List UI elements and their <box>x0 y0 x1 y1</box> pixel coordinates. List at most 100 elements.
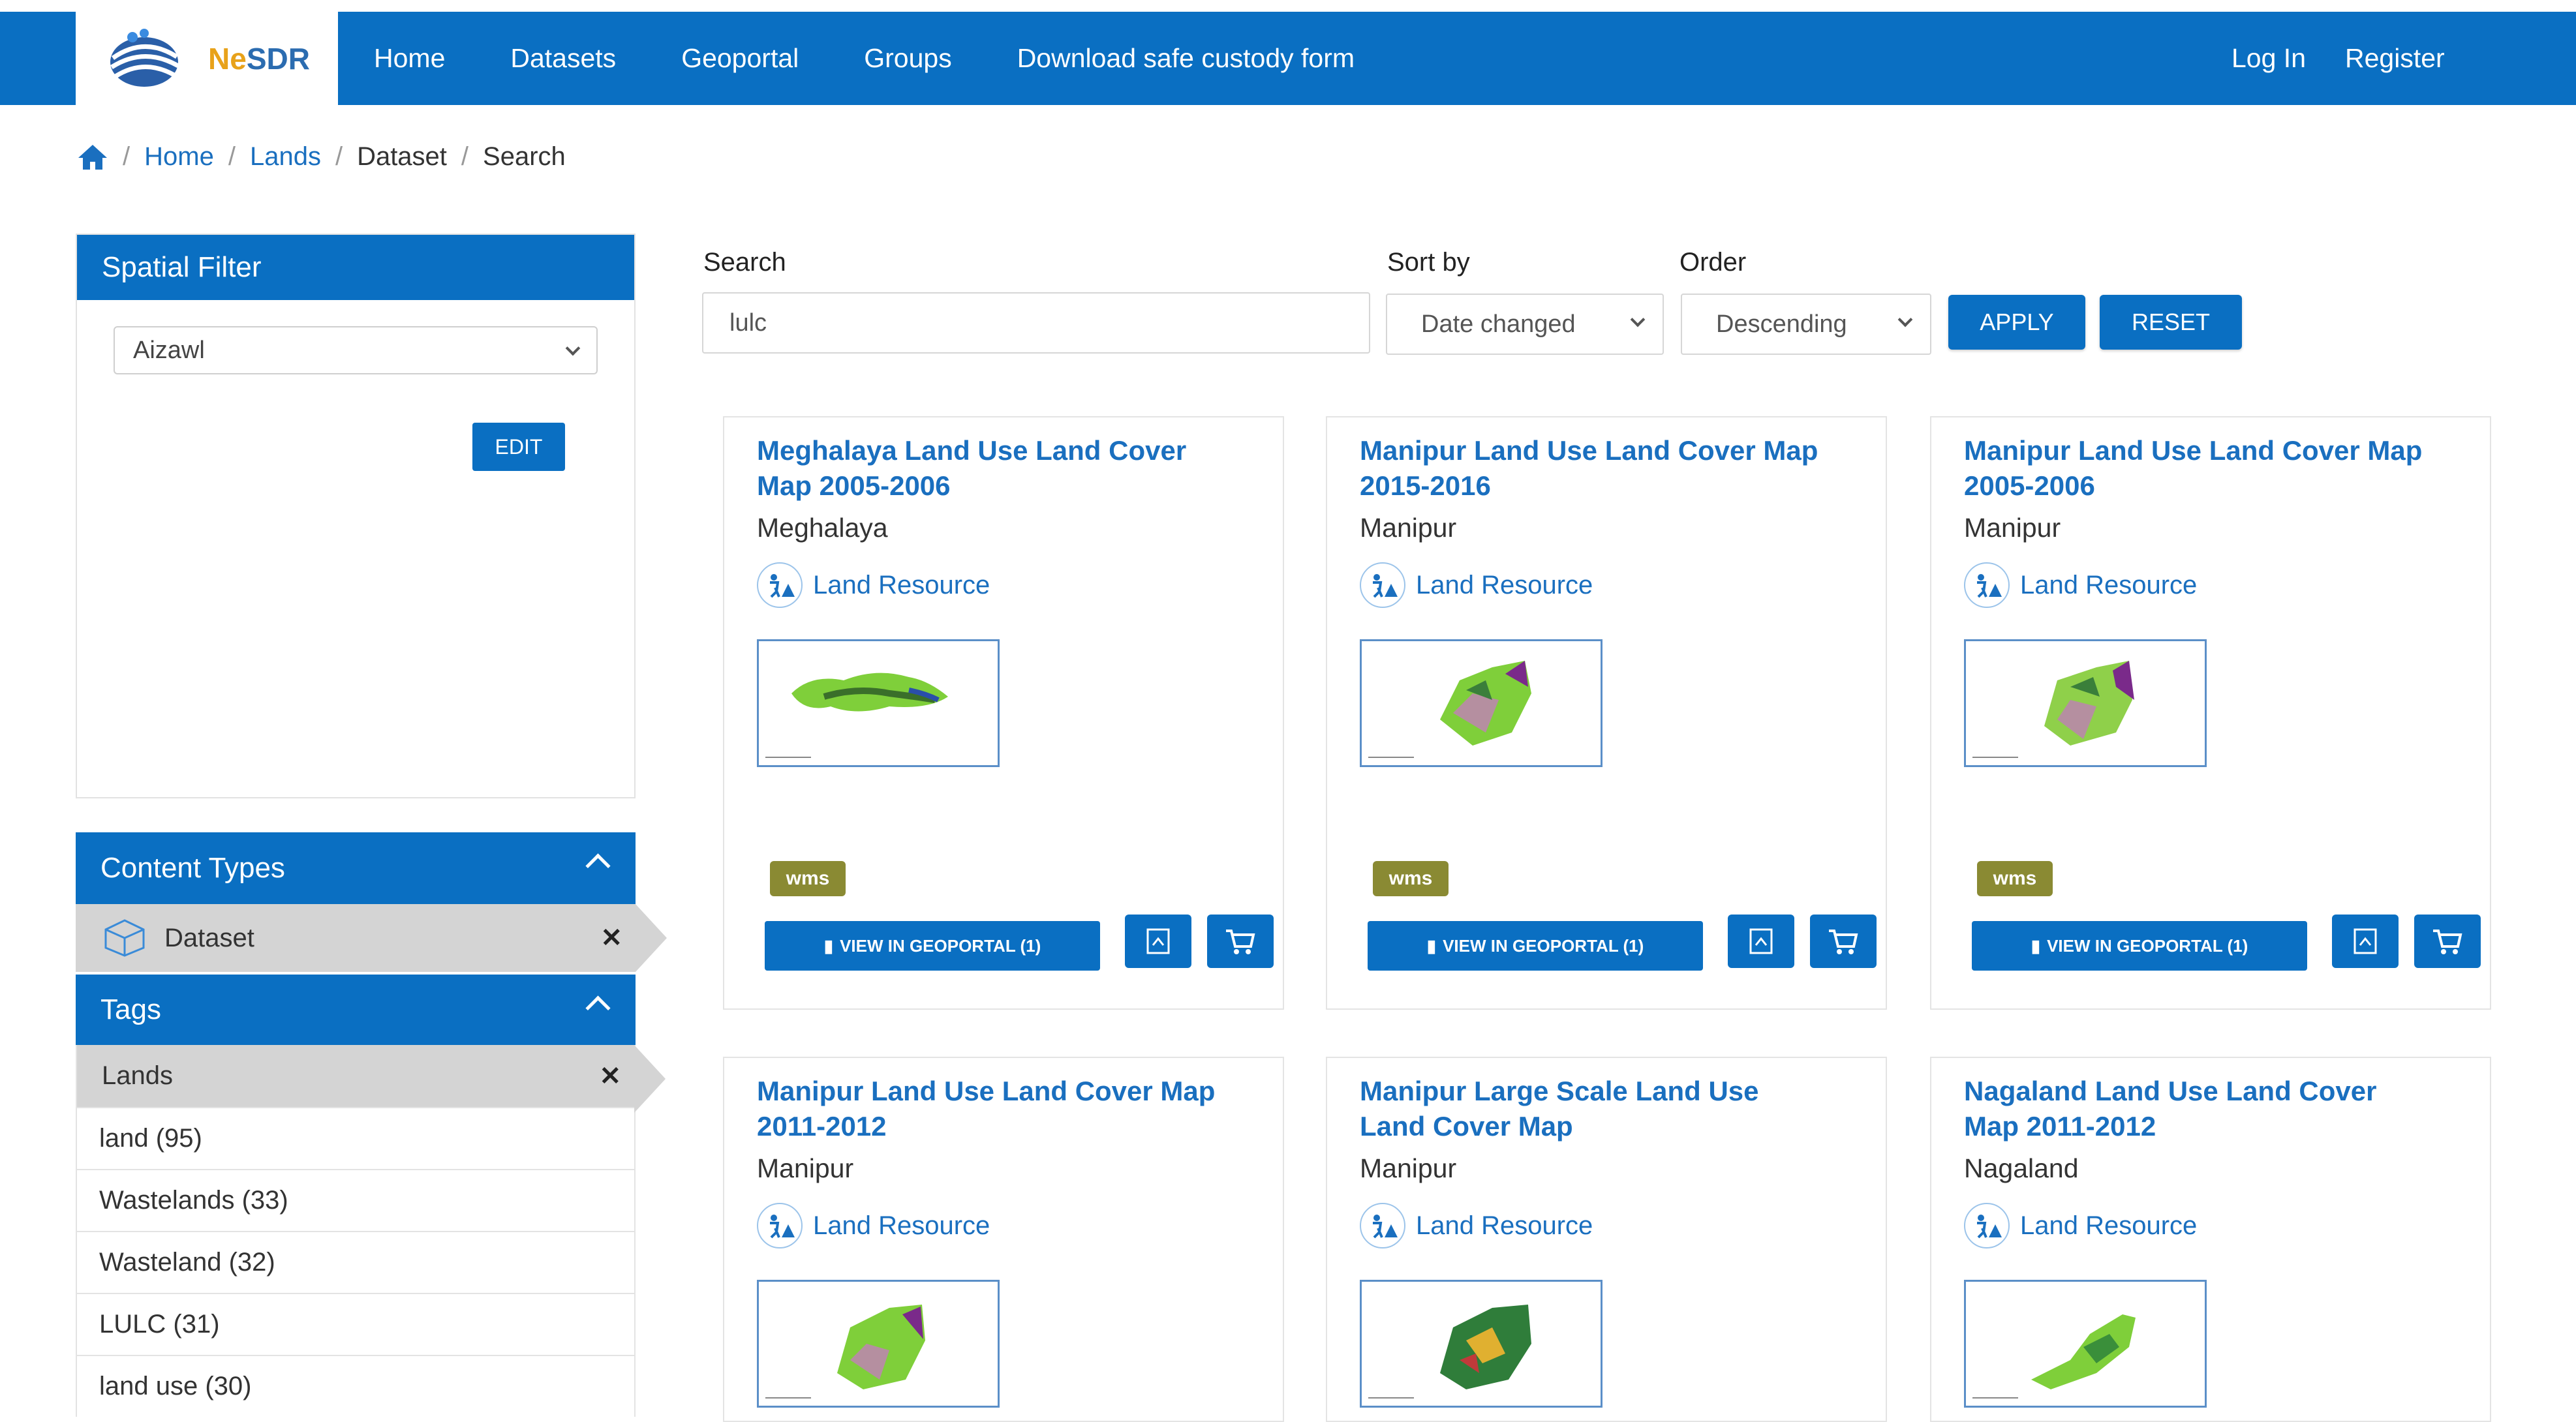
logo-text: NeSDR <box>208 41 310 76</box>
card-region: Manipur <box>1360 1153 1457 1183</box>
login-link[interactable]: Log In <box>2231 43 2306 74</box>
content-types-list: Dataset ✕ <box>76 904 667 972</box>
card-title[interactable]: Nagaland Land Use Land Cover Map 2011-20… <box>1964 1074 2434 1144</box>
content-type-label: Dataset <box>164 923 254 952</box>
map-thumbnail[interactable] <box>757 639 1000 767</box>
view-in-geoportal-button[interactable]: ▮ VIEW IN GEOPORTAL (1) <box>765 921 1100 971</box>
metadata-button[interactable] <box>2332 915 2399 968</box>
map-thumbnail[interactable] <box>1964 639 2207 767</box>
land-resource-icon <box>1360 562 1405 608</box>
view-in-geoportal-button[interactable]: ▮ VIEW IN GEOPORTAL (1) <box>1368 921 1703 971</box>
home-icon[interactable] <box>77 144 108 171</box>
search-input[interactable]: lulc <box>702 292 1370 354</box>
map-icon: ▮ <box>2031 935 2041 956</box>
reset-button[interactable]: RESET <box>2100 295 2242 350</box>
card-category[interactable]: Land Resource <box>757 1203 990 1248</box>
card-title[interactable]: Manipur Land Use Land Cover Map 2005-200… <box>1964 433 2434 504</box>
dataset-card: Manipur Land Use Land Cover Map 2011-201… <box>723 1057 1284 1422</box>
add-to-cart-button[interactable] <box>1810 915 1877 968</box>
card-region: Manipur <box>1964 513 2061 543</box>
card-category[interactable]: Land Resource <box>1964 562 2197 608</box>
content-types-header[interactable]: Content Types <box>76 832 636 904</box>
order-select-value: Descending <box>1716 310 1847 338</box>
globe-logo-icon <box>110 28 179 87</box>
main-nav: Home Datasets Geoportal Groups Download … <box>374 12 1355 105</box>
nav-geoportal[interactable]: Geoportal <box>681 43 799 74</box>
wms-badge[interactable]: wms <box>1977 861 2053 896</box>
tags-list: Lands ✕ land (95) Wastelands (33) Wastel… <box>76 1045 666 1417</box>
apply-button[interactable]: APPLY <box>1948 295 2085 350</box>
site-logo[interactable]: NeSDR <box>76 12 338 105</box>
top-navbar: NeSDR Home Datasets Geoportal Groups Dow… <box>0 12 2576 105</box>
card-region: Manipur <box>757 1153 854 1183</box>
breadcrumb-home[interactable]: Home <box>144 142 214 172</box>
tags-header[interactable]: Tags <box>76 975 636 1045</box>
map-thumbnail[interactable] <box>1964 1280 2207 1408</box>
nav-datasets[interactable]: Datasets <box>510 43 616 74</box>
card-category[interactable]: Land Resource <box>1360 562 1593 608</box>
chevron-down-icon <box>1897 312 1913 327</box>
add-to-cart-button[interactable] <box>1207 915 1274 968</box>
nav-download-form[interactable]: Download safe custody form <box>1017 43 1355 74</box>
tag-item[interactable]: Wasteland (32) <box>77 1231 634 1293</box>
metadata-button[interactable] <box>1728 915 1794 968</box>
map-thumbnail[interactable] <box>757 1280 1000 1408</box>
wms-badge[interactable]: wms <box>1373 861 1449 896</box>
region-select-value: Aizawl <box>133 336 205 364</box>
dataset-card: Nagaland Land Use Land Cover Map 2011-20… <box>1930 1057 2491 1422</box>
content-types-panel: Content Types <box>76 832 636 911</box>
content-type-dataset[interactable]: Dataset ✕ <box>76 904 667 972</box>
search-label: Search <box>703 248 786 277</box>
map-thumbnail[interactable] <box>1360 639 1602 767</box>
nav-groups[interactable]: Groups <box>864 43 951 74</box>
cube-icon <box>104 919 145 957</box>
dataset-card: Manipur Land Use Land Cover Map 2005-200… <box>1930 416 2491 1010</box>
card-category[interactable]: Land Resource <box>757 562 990 608</box>
sort-select[interactable]: Date changed <box>1386 294 1664 355</box>
card-region: Meghalaya <box>757 513 888 543</box>
tag-item[interactable]: land use (30) <box>77 1355 634 1417</box>
order-select[interactable]: Descending <box>1681 294 1931 355</box>
tag-item[interactable]: Wastelands (33) <box>77 1169 634 1231</box>
remove-filter-icon[interactable]: ✕ <box>600 923 622 953</box>
dataset-card: Meghalaya Land Use Land Cover Map 2005-2… <box>723 416 1284 1010</box>
wms-badge[interactable]: wms <box>770 861 846 896</box>
card-category[interactable]: Land Resource <box>1360 1203 1593 1248</box>
dataset-card: Manipur Land Use Land Cover Map 2015-201… <box>1326 416 1887 1010</box>
document-icon <box>1146 928 1170 954</box>
order-label: Order <box>1679 248 1747 277</box>
map-thumbnail[interactable] <box>1360 1280 1602 1408</box>
metadata-button[interactable] <box>1125 915 1191 968</box>
tag-active-lands[interactable]: Lands ✕ <box>77 1045 666 1113</box>
card-category[interactable]: Land Resource <box>1964 1203 2197 1248</box>
card-title[interactable]: Manipur Land Use Land Cover Map 2011-201… <box>757 1074 1227 1144</box>
remove-tag-icon[interactable]: ✕ <box>599 1061 621 1091</box>
dataset-card: Manipur Large Scale Land Use Land Cover … <box>1326 1057 1887 1422</box>
tag-item[interactable]: land (95) <box>77 1107 634 1169</box>
land-resource-icon <box>757 1203 803 1248</box>
add-to-cart-button[interactable] <box>2414 915 2481 968</box>
chevron-down-icon <box>1630 312 1646 327</box>
breadcrumb: / Home / Lands / Dataset / Search <box>77 142 566 172</box>
tag-item[interactable]: LULC (31) <box>77 1293 634 1355</box>
land-resource-icon <box>757 562 803 608</box>
document-icon <box>2354 928 2377 954</box>
region-select[interactable]: Aizawl <box>114 326 598 374</box>
tag-label: Lands <box>102 1061 173 1090</box>
breadcrumb-search: Search <box>483 142 566 171</box>
tags-title: Tags <box>100 993 161 1025</box>
view-in-geoportal-button[interactable]: ▮ VIEW IN GEOPORTAL (1) <box>1972 921 2307 971</box>
edit-button[interactable]: EDIT <box>472 423 565 471</box>
card-title[interactable]: Manipur Land Use Land Cover Map 2015-201… <box>1360 433 1830 504</box>
card-title[interactable]: Meghalaya Land Use Land Cover Map 2005-2… <box>757 433 1227 504</box>
nav-home[interactable]: Home <box>374 43 445 74</box>
register-link[interactable]: Register <box>2345 43 2445 74</box>
auth-nav: Log In Register <box>2231 12 2445 105</box>
card-title[interactable]: Manipur Large Scale Land Use Land Cover … <box>1360 1074 1830 1144</box>
land-resource-icon <box>1964 1203 2010 1248</box>
tags-panel: Tags <box>76 975 636 1045</box>
cart-plus-icon <box>1829 930 1858 954</box>
spatial-filter-panel: Spatial Filter Aizawl EDIT <box>76 234 636 798</box>
breadcrumb-lands[interactable]: Lands <box>250 142 321 172</box>
sort-label: Sort by <box>1387 248 1470 277</box>
